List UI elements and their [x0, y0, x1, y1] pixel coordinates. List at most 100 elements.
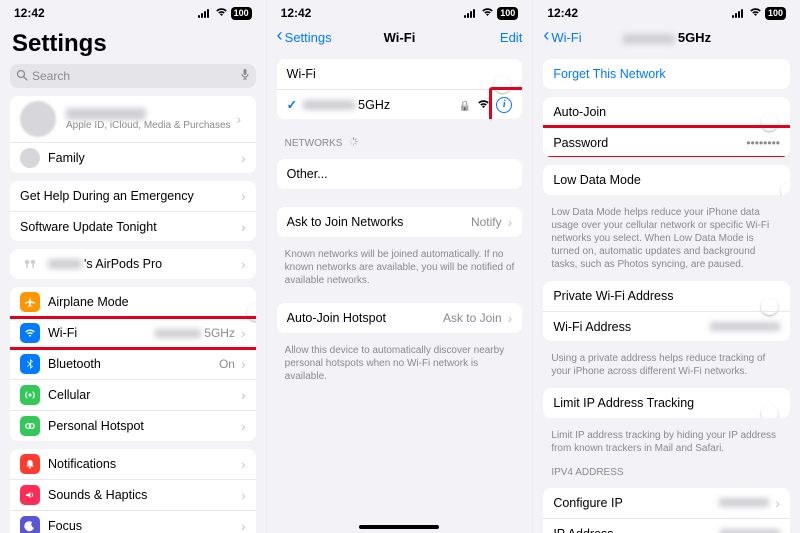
- chevron-right-icon: [508, 310, 513, 326]
- edit-button[interactable]: Edit: [500, 30, 522, 45]
- airpods-owner-redacted: [48, 259, 82, 269]
- wifi-status-icon: [481, 7, 494, 20]
- password-value: ••••••••: [746, 136, 780, 150]
- status-time: 12:42: [547, 6, 578, 20]
- sounds-row[interactable]: Sounds & Haptics: [10, 479, 256, 510]
- nav-bar: Wi-Fi 5GHz: [533, 24, 800, 51]
- cellular-signal-icon: [198, 8, 212, 18]
- family-label: Family: [48, 151, 85, 165]
- screen-settings: 12:42 100 Settings Search Apple ID, iClo…: [0, 0, 267, 533]
- other-network-row[interactable]: Other...: [277, 159, 523, 189]
- focus-icon: [20, 516, 40, 533]
- private-address-row: Private Wi-Fi Address: [543, 281, 790, 311]
- hotspot-icon: [20, 416, 40, 436]
- battery-icon: 100: [497, 7, 518, 20]
- chevron-right-icon: [241, 456, 246, 472]
- ip-address-row: IP Address: [543, 518, 790, 533]
- apple-id-sub: Apple ID, iCloud, Media & Purchases: [66, 120, 231, 131]
- airpods-row[interactable]: 's AirPods Pro: [10, 249, 256, 279]
- auto-hotspot-row[interactable]: Auto-Join Hotspot Ask to Join: [277, 303, 523, 333]
- chevron-right-icon: [241, 518, 246, 533]
- chevron-right-icon: [241, 256, 246, 272]
- chevron-right-icon: [241, 219, 246, 235]
- limit-ip-footer: Limit IP address tracking by hiding your…: [533, 426, 800, 457]
- wifi-status-icon: [215, 7, 228, 20]
- notifications-icon: [20, 454, 40, 474]
- search-input[interactable]: Search: [10, 64, 256, 88]
- airpods-icon: [20, 254, 40, 274]
- airplane-mode-row[interactable]: Airplane Mode: [10, 287, 256, 317]
- screen-network-detail: 12:42 100 Wi-Fi 5GHz Forget This Network…: [533, 0, 800, 533]
- connected-network-row[interactable]: ✓ 5GHz i: [277, 89, 523, 119]
- cellular-signal-icon: [464, 8, 478, 18]
- limit-ip-row: Limit IP Address Tracking: [543, 388, 790, 418]
- chevron-left-icon: [543, 30, 549, 45]
- auto-hotspot-footer: Allow this device to automatically disco…: [267, 341, 533, 385]
- ask-join-row[interactable]: Ask to Join Networks Notify: [277, 207, 523, 237]
- battery-icon: 100: [231, 7, 252, 20]
- chevron-right-icon: [508, 214, 513, 230]
- cellular-signal-icon: [732, 8, 746, 18]
- status-bar: 12:42 100: [533, 0, 800, 24]
- nav-title: Wi-Fi: [384, 30, 416, 45]
- notifications-row[interactable]: Notifications: [10, 449, 256, 479]
- hotspot-row[interactable]: Personal Hotspot: [10, 410, 256, 441]
- chevron-right-icon: [241, 150, 246, 166]
- chevron-right-icon: [241, 387, 246, 403]
- bluetooth-icon: [20, 354, 40, 374]
- configure-ip-row[interactable]: Configure IP: [543, 488, 790, 518]
- forget-network-row[interactable]: Forget This Network: [543, 59, 790, 89]
- back-button[interactable]: Settings: [277, 30, 332, 45]
- status-bar: 12:42 100: [0, 0, 266, 24]
- apple-id-row[interactable]: Apple ID, iCloud, Media & Purchases: [10, 96, 256, 142]
- status-time: 12:42: [281, 6, 312, 20]
- software-update-row[interactable]: Software Update Tonight: [10, 211, 256, 241]
- wifi-row[interactable]: Wi-Fi 5GHz: [10, 317, 256, 348]
- page-title: Settings: [0, 24, 266, 64]
- network-name-redacted: [303, 100, 355, 110]
- password-row[interactable]: Password ••••••••: [543, 127, 790, 157]
- chevron-right-icon: [241, 188, 246, 204]
- back-button[interactable]: Wi-Fi: [543, 30, 581, 45]
- nav-title: 5GHz: [622, 30, 711, 45]
- sounds-icon: [20, 485, 40, 505]
- chevron-right-icon: [241, 325, 246, 341]
- airplane-icon: [20, 292, 40, 312]
- emergency-row[interactable]: Get Help During an Emergency: [10, 181, 256, 211]
- status-bar: 12:42 100: [267, 0, 533, 24]
- home-indicator: [359, 525, 439, 529]
- ipv4-header: IPV4 Address: [533, 457, 800, 480]
- checkmark-icon: ✓: [287, 97, 297, 112]
- battery-icon: 100: [765, 7, 786, 20]
- low-data-footer: Low Data Mode helps reduce your iPhone d…: [533, 203, 800, 273]
- wifi-toggle-row: Wi-Fi: [277, 59, 523, 89]
- cellular-row[interactable]: Cellular: [10, 379, 256, 410]
- family-row[interactable]: Family: [10, 142, 256, 173]
- family-avatar-icon: [20, 148, 40, 168]
- search-placeholder: Search: [32, 69, 70, 83]
- spinner-icon: [349, 138, 358, 149]
- auto-join-row: Auto-Join: [543, 97, 790, 127]
- chevron-right-icon: [241, 487, 246, 503]
- nav-bar: Settings Wi-Fi Edit: [267, 24, 533, 51]
- chevron-right-icon: [241, 356, 246, 372]
- cellular-icon: [20, 385, 40, 405]
- ask-join-footer: Known networks will be joined automatica…: [267, 245, 533, 289]
- chevron-left-icon: [277, 30, 283, 45]
- wifi-signal-icon: [477, 98, 490, 112]
- account-name-redacted: [66, 108, 146, 120]
- chevron-right-icon: [237, 111, 242, 127]
- wifi-icon: [20, 323, 40, 343]
- private-address-footer: Using a private address helps reduce tra…: [533, 349, 800, 380]
- networks-header: Networks: [267, 127, 533, 151]
- search-icon: [16, 69, 28, 84]
- mic-icon[interactable]: [240, 68, 250, 84]
- status-time: 12:42: [14, 6, 45, 20]
- wifi-address-row: Wi-Fi Address: [543, 311, 790, 341]
- chevron-right-icon: [775, 495, 780, 511]
- wifi-status-icon: [749, 7, 762, 20]
- info-icon[interactable]: i: [496, 97, 512, 113]
- bluetooth-row[interactable]: Bluetooth On: [10, 348, 256, 379]
- focus-row[interactable]: Focus: [10, 510, 256, 533]
- avatar: [20, 101, 56, 137]
